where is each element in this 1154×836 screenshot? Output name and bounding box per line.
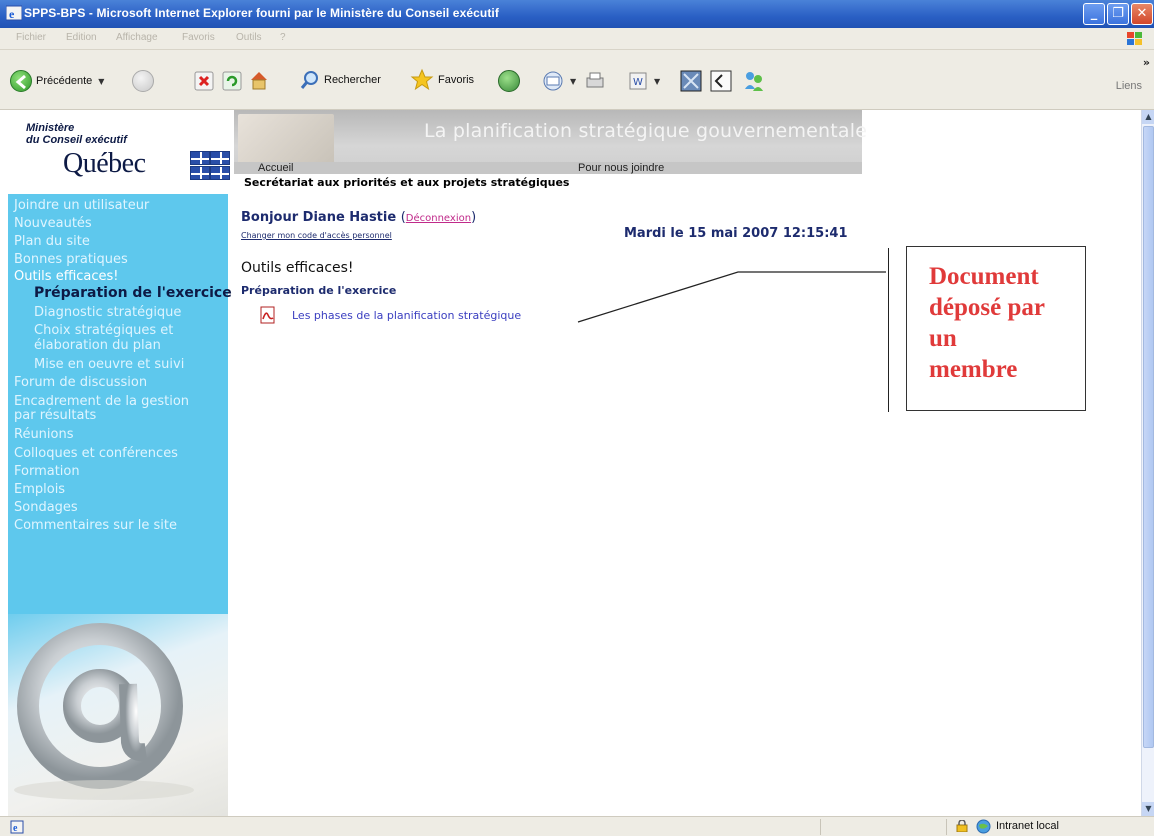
back-button[interactable]: Précédente ▼	[10, 70, 104, 92]
sidebar-item-colloques[interactable]: Colloques et conférences	[14, 446, 178, 461]
forward-arrow-icon	[132, 70, 154, 92]
status-bar: e Intranet local	[0, 816, 1154, 836]
menu-fichier[interactable]: Fichier	[16, 32, 46, 43]
stop-icon	[194, 71, 214, 91]
search-icon	[300, 71, 318, 89]
mail-icon	[543, 71, 563, 91]
vertical-scrollbar[interactable]: ▲ ▼	[1141, 110, 1154, 816]
annotation-line-2: déposé par	[929, 294, 1045, 321]
minimize-button[interactable]: _	[1083, 3, 1105, 25]
people-icon	[745, 72, 763, 91]
page-loaded-icon: e	[10, 820, 24, 834]
scroll-down-icon[interactable]: ▼	[1142, 802, 1154, 816]
stop-button[interactable]	[194, 71, 214, 91]
mail-button[interactable]: ▼	[542, 70, 576, 92]
svg-text:W: W	[633, 77, 643, 88]
links-label[interactable]: Liens	[1116, 80, 1142, 92]
sidebar-item-formation[interactable]: Formation	[14, 464, 80, 479]
refresh-button[interactable]	[222, 71, 242, 91]
media-icon	[498, 70, 520, 92]
close-button[interactable]: ✕	[1131, 3, 1153, 25]
print-icon	[586, 72, 604, 88]
back-arrow-icon	[10, 70, 32, 92]
menu-help[interactable]: ?	[280, 32, 286, 43]
home-icon	[251, 72, 267, 90]
refresh-icon	[222, 71, 242, 91]
security-zone: Intranet local	[996, 820, 1059, 832]
edit-button[interactable]: W ▼	[628, 71, 660, 91]
page-content: Ministère du Conseil exécutif Québec Joi…	[0, 110, 1141, 816]
window-title: SPPS-BPS - Microsoft Internet Explorer f…	[24, 6, 499, 20]
back-dropdown-icon[interactable]: ▼	[98, 77, 104, 86]
search-label: Rechercher	[324, 74, 381, 86]
toolbar: Précédente ▼ Rechercher Favoris ▼ W ▼ » …	[0, 50, 1154, 110]
scroll-thumb[interactable]	[1143, 126, 1154, 748]
menu-outils[interactable]: Outils	[236, 32, 262, 43]
status-separator	[946, 819, 947, 835]
scroll-up-icon[interactable]: ▲	[1142, 110, 1154, 124]
home-button[interactable]	[248, 69, 270, 91]
at-sign-photo	[8, 614, 228, 816]
menu-edition[interactable]: Edition	[66, 32, 97, 43]
annotation-line-1: Document	[929, 263, 1039, 290]
intranet-globe-icon	[976, 819, 991, 834]
back-label: Précédente	[36, 75, 93, 87]
sidebar-item-emplois[interactable]: Emplois	[14, 482, 65, 497]
favorites-button[interactable]: Favoris	[410, 68, 474, 92]
annotation-line-4: membre	[929, 356, 1018, 383]
favorites-label: Favoris	[438, 74, 475, 86]
forward-button[interactable]	[132, 70, 154, 92]
svg-text:e: e	[9, 7, 15, 21]
mail-dropdown-icon[interactable]: ▼	[570, 77, 576, 86]
discuss-button[interactable]	[680, 70, 702, 92]
lock-icon	[956, 820, 968, 832]
browser-window: e SPPS-BPS - Microsoft Internet Explorer…	[0, 0, 1154, 836]
annotation-line-3: un	[929, 325, 957, 352]
menu-affichage[interactable]: Affichage	[116, 32, 158, 43]
ie-window-icon: e	[6, 5, 22, 21]
title-bar: e SPPS-BPS - Microsoft Internet Explorer…	[0, 0, 1154, 28]
annotation-callout: Document déposé par un membre	[906, 246, 1086, 411]
bracket-icon	[710, 70, 732, 92]
windows-logo-icon	[1127, 32, 1142, 45]
menu-favoris[interactable]: Favoris	[182, 32, 215, 43]
research-button[interactable]	[742, 69, 766, 93]
discuss-icon	[680, 70, 702, 92]
print-button[interactable]	[584, 70, 606, 92]
svg-text:e: e	[13, 823, 18, 834]
messenger-button[interactable]	[710, 70, 732, 92]
sidebar-item-sondages[interactable]: Sondages	[14, 500, 78, 515]
media-button[interactable]	[498, 70, 520, 92]
edit-dropdown-icon[interactable]: ▼	[654, 77, 660, 86]
menu-bar: Fichier Edition Affichage Favoris Outils…	[0, 28, 1154, 50]
sidebar-item-commentaires[interactable]: Commentaires sur le site	[14, 518, 177, 533]
word-icon: W	[629, 72, 647, 90]
search-button[interactable]: Rechercher	[300, 70, 381, 90]
toolbar-overflow-icon[interactable]: »	[1143, 56, 1150, 69]
status-separator	[820, 819, 821, 835]
maximize-button[interactable]: ❐	[1107, 3, 1129, 25]
annotation-divider	[888, 248, 889, 412]
star-icon	[410, 68, 434, 91]
